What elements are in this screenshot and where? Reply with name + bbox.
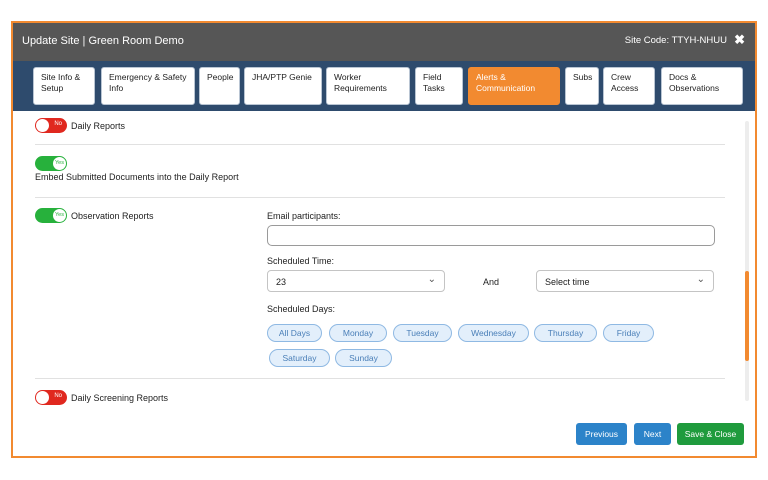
dialog-title: Update Site | Green Room Demo — [22, 35, 184, 47]
toggle-knob — [36, 119, 49, 132]
daily-screening-label: Daily Screening Reports — [71, 393, 169, 403]
chevron-down-icon: ⌄ — [427, 274, 436, 285]
email-participants-input[interactable] — [267, 225, 715, 246]
toggle-state-label: Yes — [55, 159, 64, 166]
next-button[interactable]: Next — [634, 423, 671, 445]
save-close-button[interactable]: Save & Close — [677, 423, 744, 445]
tab-site-info[interactable]: Site Info & Setup — [33, 67, 95, 105]
toggle-knob — [36, 391, 49, 404]
divider — [35, 197, 725, 198]
day-friday[interactable]: Friday — [603, 324, 654, 342]
select-time-placeholder: Select time — [545, 277, 590, 287]
scheduled-time-select[interactable]: 23 ⌄ — [267, 270, 445, 292]
day-thursday[interactable]: Thursday — [534, 324, 597, 342]
tab-emergency-safety[interactable]: Emergency & Safety Info — [101, 67, 195, 105]
observation-reports-label: Observation Reports — [71, 211, 154, 221]
toggle-state-label: No — [54, 393, 62, 399]
toggle-state-label: Yes — [55, 211, 64, 218]
day-tuesday[interactable]: Tuesday — [393, 324, 452, 342]
scheduled-time-label: Scheduled Time: — [267, 256, 335, 266]
site-code: Site Code: TTYH-NHUU — [624, 35, 727, 46]
tab-bar: Site Info & Setup Emergency & Safety Inf… — [13, 61, 755, 111]
tab-subs[interactable]: Subs — [565, 67, 599, 105]
day-sunday[interactable]: Sunday — [335, 349, 392, 367]
embed-docs-label: Embed Submitted Documents into the Daily… — [35, 172, 239, 182]
update-site-dialog: Update Site | Green Room Demo Site Code:… — [11, 21, 757, 458]
tab-worker-requirements[interactable]: Worker Requirements — [326, 67, 410, 105]
tab-people[interactable]: People — [199, 67, 240, 105]
day-monday[interactable]: Monday — [329, 324, 387, 342]
toggle-state-label: No — [54, 121, 62, 127]
observation-reports-toggle[interactable]: Yes — [35, 208, 67, 223]
tab-jha-ptp[interactable]: JHA/PTP Genie — [244, 67, 322, 105]
and-label: And — [483, 277, 500, 287]
tab-field-tasks[interactable]: Field Tasks — [415, 67, 463, 105]
tab-content: No Daily Reports Yes Embed Submitted Doc… — [13, 111, 755, 406]
chevron-down-icon: ⌄ — [696, 274, 705, 285]
day-all-days[interactable]: All Days — [267, 324, 322, 342]
close-icon[interactable]: ✖ — [734, 33, 745, 47]
daily-reports-toggle[interactable]: No — [35, 118, 67, 133]
daily-screening-toggle[interactable]: No — [35, 390, 67, 405]
selected-time-value: 23 — [276, 277, 287, 287]
tab-crew-access[interactable]: Crew Access — [603, 67, 655, 105]
divider — [35, 144, 725, 145]
tab-docs-observations[interactable]: Docs & Observations — [661, 67, 743, 105]
divider — [35, 378, 725, 379]
email-participants-label: Email participants: — [267, 211, 341, 221]
previous-button[interactable]: Previous — [576, 423, 627, 445]
embed-docs-toggle[interactable]: Yes — [35, 156, 67, 171]
day-wednesday[interactable]: Wednesday — [458, 324, 529, 342]
scheduled-days-label: Scheduled Days: — [267, 304, 336, 314]
tab-alerts-communication[interactable]: Alerts & Communication — [468, 67, 560, 105]
scrollbar-thumb[interactable] — [745, 271, 749, 361]
scheduled-end-time-select[interactable]: Select time ⌄ — [536, 270, 714, 292]
daily-reports-label: Daily Reports — [71, 121, 126, 131]
dialog-header: Update Site | Green Room Demo Site Code:… — [13, 23, 755, 61]
day-saturday[interactable]: Saturday — [269, 349, 330, 367]
